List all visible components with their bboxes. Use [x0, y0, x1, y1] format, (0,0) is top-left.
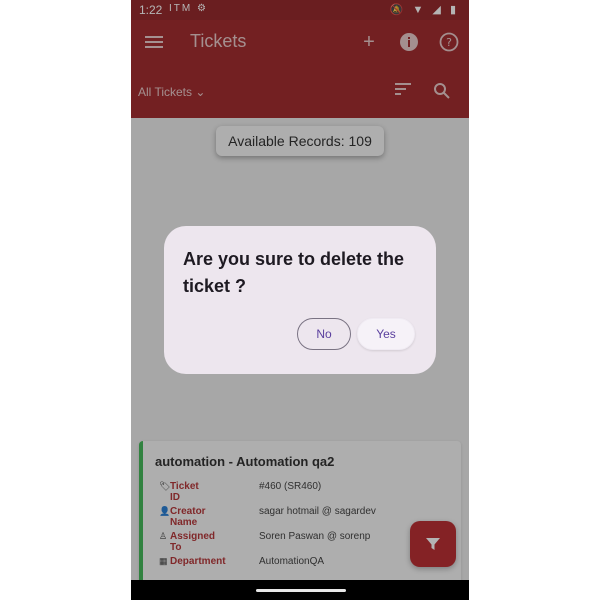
home-gesture-handle[interactable]: [256, 589, 346, 592]
delete-confirm-dialog: Are you sure to delete the ticket ? No Y…: [164, 226, 436, 374]
yes-button[interactable]: Yes: [357, 318, 415, 350]
system-nav-bar: [131, 580, 469, 600]
no-button[interactable]: No: [297, 318, 351, 350]
dialog-message: Are you sure to delete the ticket ?: [183, 249, 405, 296]
phone-screen: 1:22 ITM ⚙ 🔕 ▼ ◢ ▮ Tickets + ? All Ticke…: [131, 0, 469, 600]
